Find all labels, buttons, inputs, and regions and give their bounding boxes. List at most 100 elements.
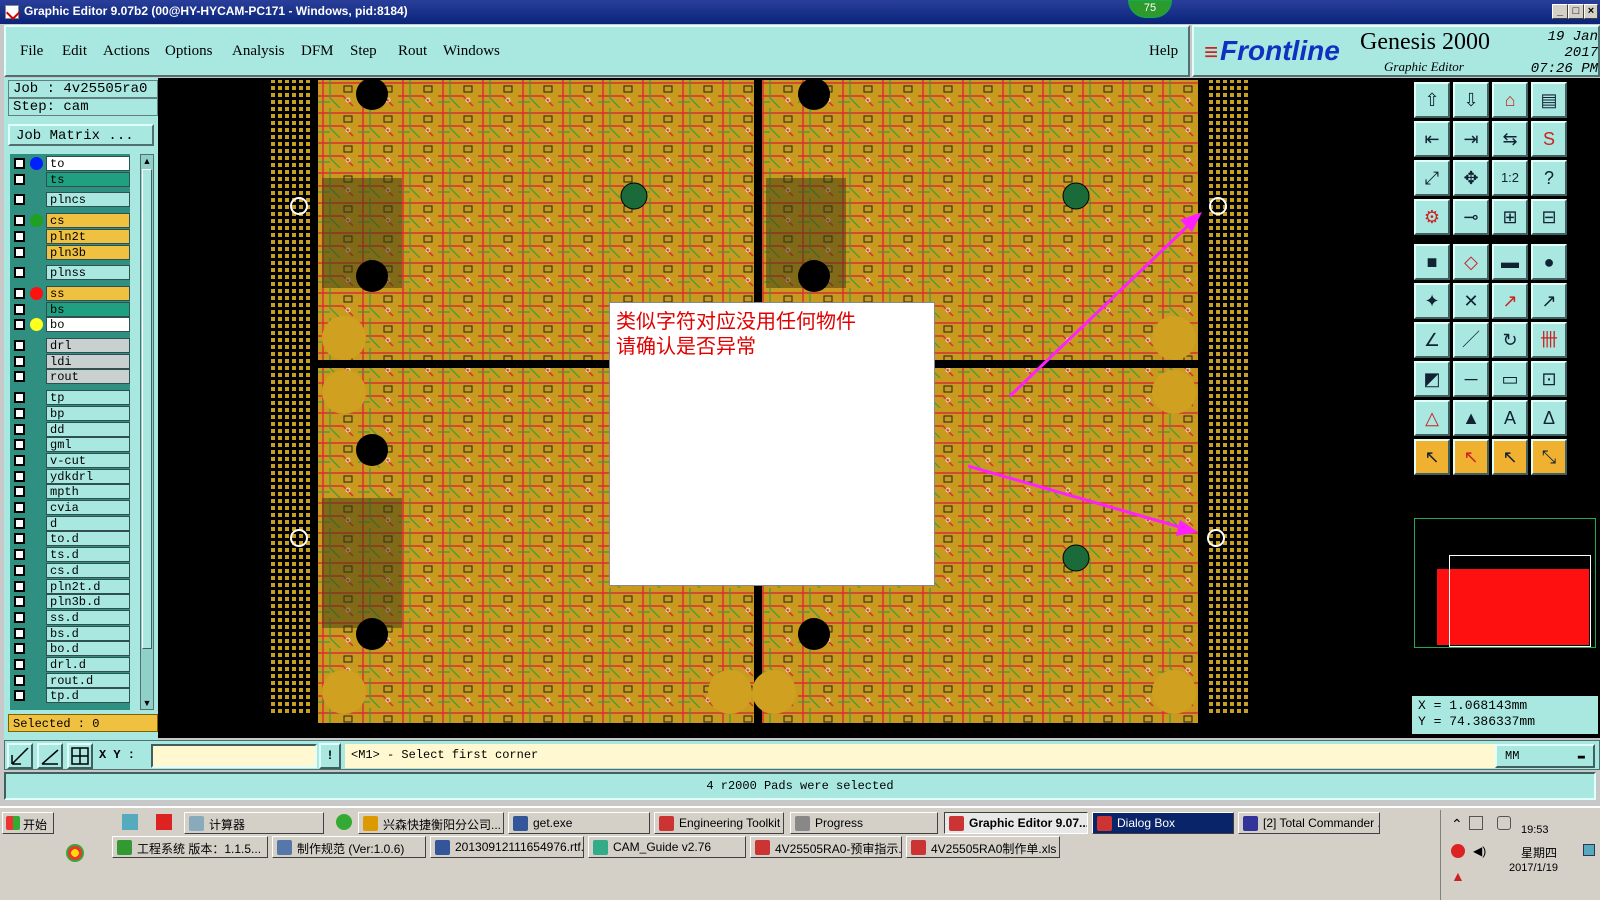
layer-name[interactable]: to.d (46, 531, 130, 547)
layer-checkbox[interactable] (14, 158, 25, 169)
tray-arrow-icon[interactable]: ⌃ (1451, 816, 1463, 833)
menu-step[interactable]: Step (350, 43, 377, 60)
layer-name[interactable]: bo (46, 317, 130, 333)
layer-name[interactable]: plnss (46, 265, 130, 281)
measure-icon[interactable] (37, 743, 63, 769)
pan-icon[interactable]: ✥ (1453, 160, 1489, 196)
menu-options[interactable]: Options (165, 43, 213, 60)
scale-icon[interactable]: 1:2 (1492, 160, 1528, 196)
taskbar-button[interactable]: [2] Total Commander ... (1238, 812, 1380, 834)
layer-row[interactable]: dd (10, 421, 130, 437)
layer-name[interactable]: drl.d (46, 657, 130, 672)
layer-name[interactable]: cs.d (46, 562, 130, 578)
layer-name[interactable]: ss (46, 285, 130, 301)
layer-name[interactable]: mpth (46, 484, 130, 500)
layer-row[interactable]: plncs (10, 192, 130, 208)
layer-checkbox[interactable] (14, 627, 25, 639)
layer-row[interactable]: plnss (10, 265, 130, 281)
menu-rout[interactable]: Rout (398, 43, 427, 60)
layer-checkbox[interactable] (14, 596, 25, 608)
letter-a-icon[interactable]: A (1492, 400, 1528, 436)
layer-row[interactable]: mpth (10, 484, 130, 500)
layer-name[interactable]: tp.d (46, 688, 130, 704)
close-button[interactable]: × (1584, 4, 1598, 19)
layer-row[interactable]: bp (10, 405, 130, 421)
layer-checkbox[interactable] (14, 549, 25, 561)
layout-icon[interactable]: ▤ (1531, 82, 1567, 118)
taskbar-button[interactable]: 制作规范 (Ver:1.0.6) (272, 836, 426, 858)
menu-actions[interactable]: Actions (103, 43, 150, 60)
layer-checkbox[interactable] (14, 454, 25, 466)
layer-name[interactable]: ldi (46, 353, 130, 369)
quick-launch-icon[interactable] (66, 844, 84, 862)
taskbar-button[interactable]: Engineering Toolkit 9.... (654, 812, 784, 834)
line-icon[interactable]: ↗ (1531, 283, 1567, 319)
move-icon[interactable]: ⤡ (1531, 439, 1567, 475)
taskbar-button[interactable]: 计算器 (184, 812, 324, 834)
layer-row[interactable]: rout (10, 369, 130, 385)
layer-row[interactable]: v-cut (10, 452, 130, 468)
layer-checkbox[interactable] (14, 659, 25, 670)
layer-row[interactable]: cs (10, 213, 130, 229)
wrench-icon[interactable]: ⚙ (1414, 199, 1450, 235)
layer-row[interactable]: bs (10, 301, 130, 317)
arrow-red-icon[interactable]: ↖ (1492, 439, 1528, 475)
taskbar-button[interactable]: 4V25505RA0-预审指示.... (750, 836, 902, 858)
clock-weekday[interactable]: 星期四 (1521, 844, 1557, 861)
layer-row[interactable]: to (10, 156, 130, 171)
curve-icon[interactable]: S (1531, 121, 1567, 157)
layer-row[interactable]: ss.d (10, 609, 130, 625)
layer-checkbox[interactable] (14, 439, 25, 451)
tray-flag-icon[interactable] (1451, 844, 1465, 858)
layer-checkbox[interactable] (14, 340, 25, 351)
layer-checkbox[interactable] (14, 470, 25, 482)
grid-icon[interactable] (67, 743, 93, 769)
layer-name[interactable]: tp (46, 390, 130, 406)
layer-checkbox[interactable] (14, 486, 25, 498)
layer-checkbox[interactable] (14, 371, 25, 383)
layer-checkbox[interactable] (14, 517, 25, 529)
scroll-thumb[interactable] (142, 169, 152, 649)
layer-checkbox[interactable] (14, 423, 25, 435)
clock-time[interactable]: 19:53 (1521, 824, 1549, 836)
layer-row[interactable]: tp.d (10, 688, 130, 704)
layer-checkbox[interactable] (14, 319, 25, 331)
layer-checkbox[interactable] (14, 303, 25, 315)
polygon-icon[interactable]: ◇ (1453, 244, 1489, 280)
layer-checkbox[interactable] (14, 564, 25, 576)
taskbar-button[interactable]: 兴森快捷衡阳分公司... (358, 812, 504, 834)
layer-name[interactable]: rout (46, 369, 130, 385)
layer-checkbox[interactable] (14, 643, 25, 655)
down-icon[interactable]: ⇩ (1453, 82, 1489, 118)
xy-input[interactable] (151, 744, 317, 768)
layer-checkbox[interactable] (14, 194, 25, 206)
layer-name[interactable]: pln2t (46, 228, 130, 244)
scroll-down-icon[interactable]: ▼ (142, 698, 152, 708)
layer-name[interactable]: pln3b (46, 244, 130, 260)
info-icon[interactable]: ! (319, 743, 341, 769)
layer-checkbox[interactable] (14, 287, 25, 299)
right-icon[interactable]: ⇥ (1453, 121, 1489, 157)
tri-up-icon[interactable]: ▲ (1453, 400, 1489, 436)
taskbar-button[interactable]: CAM_Guide v2.76 (588, 836, 746, 858)
layer-name[interactable]: pln3b.d (46, 594, 130, 610)
layer-name[interactable]: cs (46, 213, 130, 229)
layer-name[interactable]: drl (46, 338, 130, 353)
draw-icon[interactable]: ∠ (1414, 322, 1450, 358)
select-box-icon[interactable]: ◩ (1414, 361, 1450, 397)
cross-icon[interactable]: ✕ (1453, 283, 1489, 319)
layer-name[interactable]: rout.d (46, 672, 130, 688)
layer-row[interactable]: bs.d (10, 625, 130, 641)
layer-checkbox[interactable] (14, 215, 25, 227)
layer-checkbox[interactable] (14, 230, 25, 242)
taskbar-button[interactable]: 工程系统 版本：1.1.5... (112, 836, 268, 858)
layer-row[interactable]: ldi (10, 353, 130, 369)
clock-date[interactable]: 2017/1/19 (1509, 862, 1558, 874)
taskbar-button[interactable]: 20130912111654976.rtf... (430, 836, 584, 858)
layer-row[interactable]: ss (10, 285, 130, 301)
left-icon[interactable]: ⇤ (1414, 121, 1450, 157)
rect-icon[interactable]: ▭ (1492, 361, 1528, 397)
ruler-icon[interactable]: ▬ (1492, 244, 1528, 280)
maximize-button[interactable]: □ (1568, 4, 1584, 19)
minimap-viewport[interactable] (1449, 555, 1591, 647)
